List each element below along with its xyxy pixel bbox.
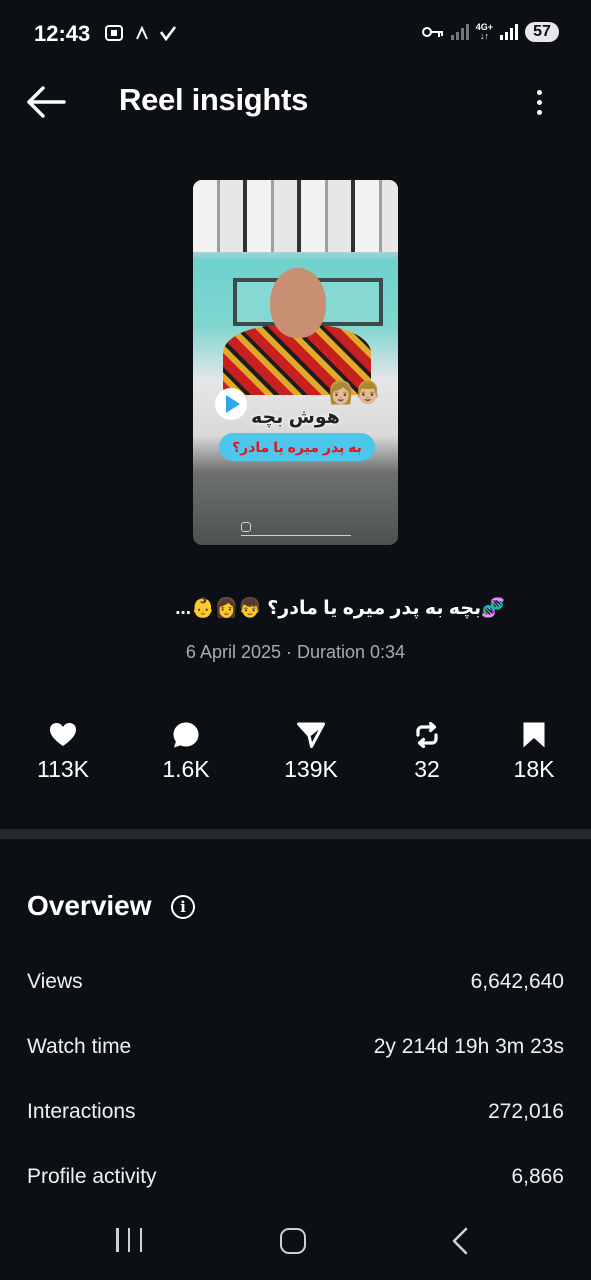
- reposts-count: 32: [414, 756, 440, 782]
- check-icon: [160, 26, 176, 41]
- overview-row-watch-time[interactable]: Watch time 2y 214d 19h 3m 23s: [27, 1035, 564, 1059]
- thumbnail-subline: به پدر میره یا مادر؟: [219, 433, 375, 461]
- more-options-button[interactable]: [527, 84, 551, 120]
- row-value: 6,866: [511, 1165, 564, 1188]
- section-divider: [0, 829, 591, 839]
- comments-count: 1.6K: [162, 756, 210, 782]
- network-4g-icon: 4G+ ↓↑: [475, 22, 493, 41]
- row-label: Watch time: [27, 1035, 132, 1058]
- back-button[interactable]: [24, 82, 68, 122]
- status-bar: 12:43 4G+ ↓↑ 57: [0, 0, 591, 70]
- row-label: Profile activity: [27, 1165, 157, 1188]
- screen: 12:43 4G+ ↓↑ 57 Reel insights 👩🏼👨🏼 هوش ب…: [0, 0, 591, 1280]
- shares-count: 139K: [284, 756, 338, 782]
- likes-count: 113K: [36, 756, 89, 782]
- status-time: 12:43: [34, 21, 91, 46]
- reposts-stat: 32: [377, 718, 477, 783]
- screenshot-icon: [105, 25, 123, 41]
- signal-icon: [500, 24, 518, 40]
- battery-indicator: 57: [525, 22, 559, 42]
- shares-stat: 139K: [261, 718, 361, 783]
- vpn-key-icon: [421, 27, 443, 37]
- row-label: Interactions: [27, 1100, 136, 1123]
- overview-title: Overview: [27, 890, 152, 921]
- row-value: 2y 214d 19h 3m 23s: [373, 1035, 564, 1058]
- back-icon[interactable]: [448, 1226, 472, 1256]
- saves-count: 18K: [513, 756, 555, 782]
- instagram-icon: [241, 522, 251, 532]
- thumbnail-emoji: 👩🏼👨🏼: [327, 380, 382, 405]
- saves-stat: 18K: [484, 718, 584, 783]
- repost-icon: [416, 722, 438, 748]
- reel-thumbnail[interactable]: 👩🏼👨🏼 هوش بچه به پدر میره یا مادر؟: [193, 180, 398, 545]
- recents-icon[interactable]: [116, 1228, 142, 1252]
- share-icon: [297, 722, 325, 748]
- row-value: 272,016: [488, 1100, 564, 1123]
- thumbnail-headline: هوش بچه: [251, 407, 340, 428]
- overview-row-profile-activity[interactable]: Profile activity 6,866: [27, 1165, 564, 1189]
- row-label: Views: [27, 970, 83, 993]
- save-icon: [523, 722, 545, 748]
- comments-stat: 1.6K: [136, 718, 236, 783]
- likes-stat: 113K: [13, 718, 113, 783]
- signal-icon: [450, 24, 469, 40]
- comment-icon: [173, 722, 199, 748]
- status-left-icons: [104, 24, 176, 42]
- chevron-up-icon: [136, 26, 148, 40]
- status-right-icons: 4G+ ↓↑ 57: [421, 22, 559, 42]
- page-title: Reel insights: [119, 82, 309, 117]
- back-arrow-icon: [27, 86, 66, 118]
- overview-row-interactions[interactable]: Interactions 272,016: [27, 1100, 564, 1124]
- reel-meta: 6 April 2025 · Duration 0:34: [185, 642, 406, 662]
- home-icon[interactable]: [280, 1228, 306, 1254]
- overview-row-views[interactable]: Views 6,642,640: [27, 970, 564, 994]
- more-vertical-icon: [536, 89, 542, 95]
- row-value: 6,642,640: [470, 970, 564, 993]
- reel-caption: 🧬بچه به پدر میره یا مادر؟ 👦👩👶...: [175, 598, 505, 619]
- info-icon[interactable]: i: [171, 895, 195, 919]
- system-nav-bar: [0, 1210, 591, 1270]
- person-face: [270, 268, 326, 338]
- heart-icon: [50, 723, 76, 746]
